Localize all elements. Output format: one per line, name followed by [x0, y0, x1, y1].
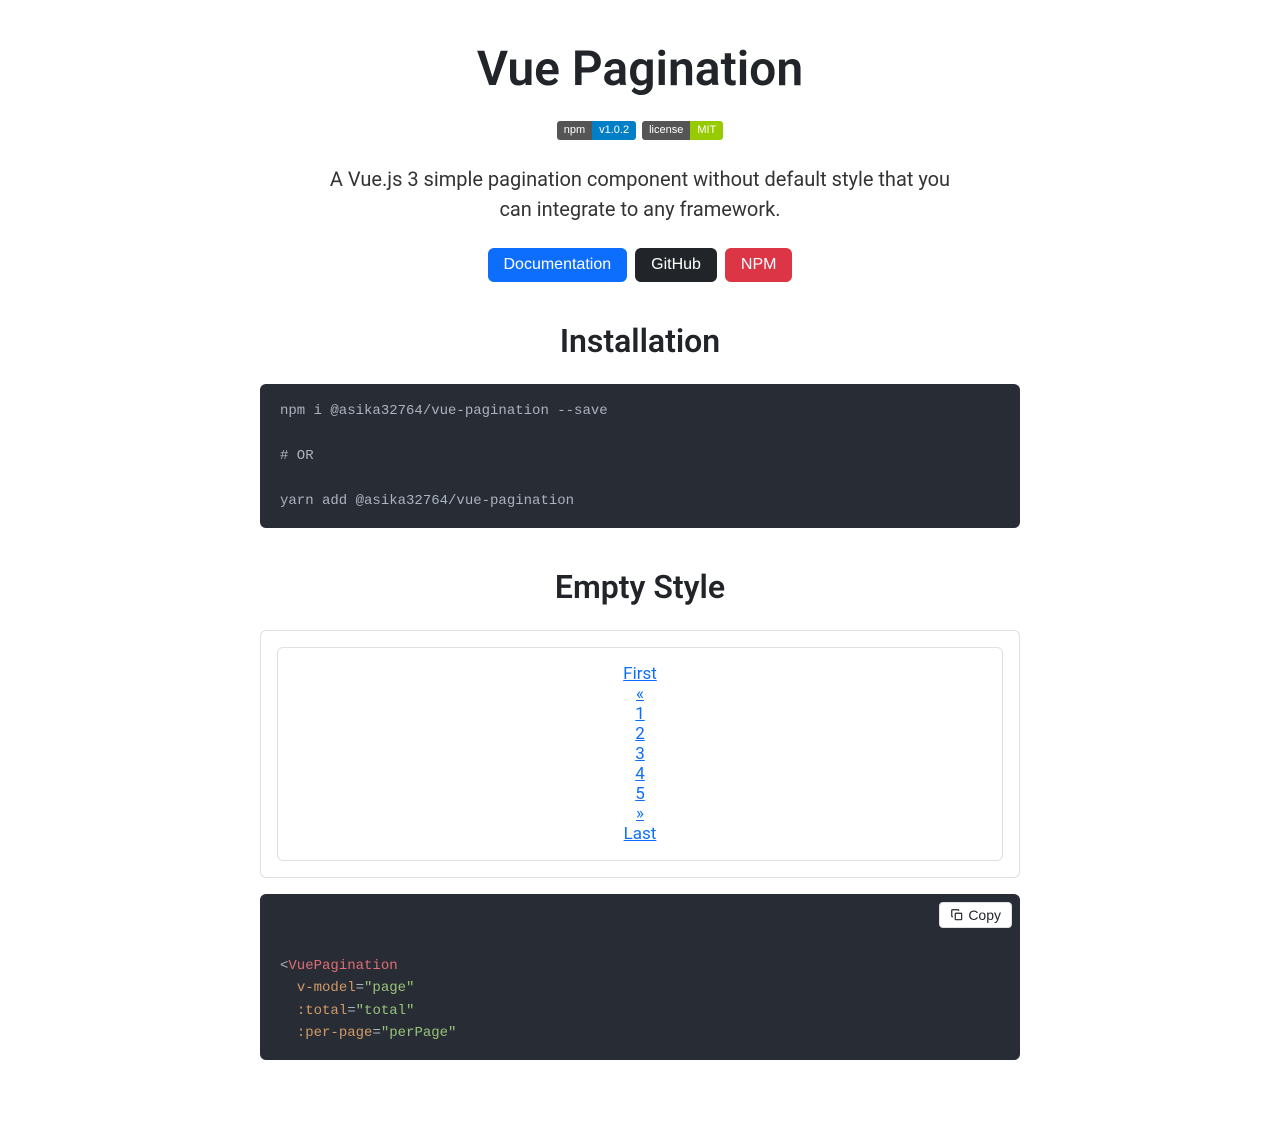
code-attr-1-name: :total: [297, 1003, 347, 1019]
pagination-prev[interactable]: «: [636, 684, 644, 704]
documentation-button[interactable]: Documentation: [488, 248, 628, 282]
actions-row: Documentation GitHub NPM: [260, 248, 1020, 282]
pagination-next[interactable]: »: [636, 804, 644, 824]
license-badge: license MIT: [642, 121, 723, 140]
pagination-page-3[interactable]: 3: [635, 744, 645, 764]
npm-badge: npm v1.0.2: [557, 121, 636, 140]
code-attr-2-name: :per-page: [297, 1025, 373, 1041]
pagination-page-5[interactable]: 5: [635, 784, 645, 804]
npm-button[interactable]: NPM: [725, 248, 793, 282]
copy-label: Copy: [968, 907, 1001, 923]
empty-style-inner: First « 1 2 3 4 5 » Last: [277, 647, 1003, 861]
lead-text: A Vue.js 3 simple pagination component w…: [320, 164, 960, 224]
badges-row: npm v1.0.2 license MIT: [260, 121, 1020, 140]
license-badge-left: license: [642, 121, 690, 140]
github-button[interactable]: GitHub: [635, 248, 717, 282]
pagination-list: First « 1 2 3 4 5 » Last: [294, 664, 986, 844]
code-attr-0-name: v-model: [297, 980, 356, 996]
pagination-page-2[interactable]: 2: [635, 724, 645, 744]
pagination-page-1[interactable]: 1: [635, 704, 645, 724]
installation-heading: Installation: [260, 322, 1020, 360]
pagination-page-4[interactable]: 4: [635, 764, 645, 784]
copy-icon: [950, 908, 964, 922]
code-attr-1-value: "total": [356, 1003, 415, 1019]
code-tag: VuePagination: [288, 958, 397, 974]
license-badge-right: MIT: [690, 121, 723, 140]
empty-style-card: First « 1 2 3 4 5 » Last: [260, 630, 1020, 878]
empty-style-heading: Empty Style: [260, 568, 1020, 606]
npm-badge-left: npm: [557, 121, 592, 140]
code-attr-0-value: "page": [364, 980, 414, 996]
pagination-first[interactable]: First: [623, 664, 657, 684]
install-codeblock: npm i @asika32764/vue-pagination --save …: [260, 384, 1020, 528]
pagination-last[interactable]: Last: [624, 824, 657, 844]
empty-style-codeblock: Copy <VuePagination v-model="page" :tota…: [260, 894, 1020, 1060]
copy-button[interactable]: Copy: [939, 902, 1012, 928]
npm-badge-right: v1.0.2: [592, 121, 636, 140]
code-attr-2-value: "perPage": [381, 1025, 457, 1041]
page-title: Vue Pagination: [260, 40, 1020, 97]
